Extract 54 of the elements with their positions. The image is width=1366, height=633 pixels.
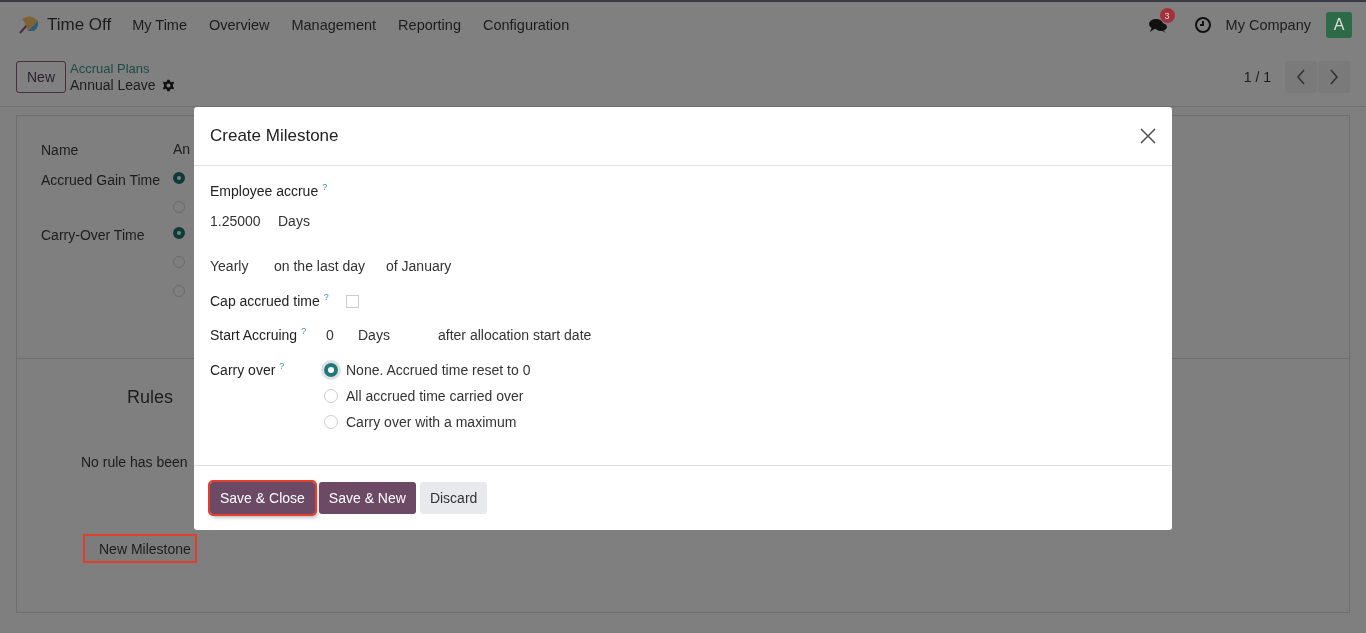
previous-button[interactable] [1285,61,1317,93]
field-value: An [173,142,191,156]
dialog-button[interactable]: Save & New [318,482,416,514]
menu-item[interactable]: Reporting [398,17,461,33]
gear-icon[interactable] [161,78,175,92]
field-label: Start Accruing [210,327,298,343]
help-tooltip-mark[interactable]: ? [322,183,328,192]
new-milestone-button[interactable]: New Milestone [83,534,197,563]
unit-value[interactable]: Days [358,327,438,343]
radio-button[interactable] [173,227,185,239]
radio-label[interactable]: None. Accrued time reset to 0 [346,362,531,378]
chevron-left-icon [1296,69,1306,85]
radio-button[interactable] [324,363,338,377]
menu-item[interactable]: Configuration [482,17,570,33]
menu-item[interactable]: Overview [209,17,270,33]
radio-label[interactable]: All accrued time carried over [346,388,524,404]
menu-item[interactable]: Management [291,17,377,33]
chevron-right-icon [1329,69,1339,85]
clock-icon[interactable] [1193,16,1212,34]
unit-value[interactable]: Days [278,213,310,229]
section-title: Rules [127,387,174,408]
breadcrumb-link[interactable]: Accrual Plans [70,61,175,76]
help-tooltip-mark[interactable]: ? [323,293,329,302]
field-label: Cap accrued time [210,293,320,309]
message-count-badge: 3 [1159,8,1175,23]
help-tooltip-mark[interactable]: ? [301,327,307,336]
empty-state-text: No rule has been [81,454,188,470]
radio-button[interactable] [173,172,185,184]
menu-item[interactable]: My Time [132,17,187,33]
company-switcher[interactable]: My Company [1225,17,1311,33]
day-value[interactable]: on the last day [274,258,386,274]
field-label: Accrued Gain Time [41,172,162,188]
user-avatar[interactable]: A [1326,12,1352,38]
field-label: Name [41,142,80,158]
dialog-button[interactable]: Save & Close [210,482,315,514]
field-label: Employee accrue [210,183,319,199]
pager-counter: 1 / 1 [1243,69,1271,85]
dialog-title: Create Milestone [210,126,339,146]
count-value[interactable]: 0 [326,327,358,343]
field-label: Carry over [210,362,276,378]
field-label: Carry-Over Time [41,227,146,243]
help-tooltip-mark[interactable]: ? [279,362,285,371]
frequency-value[interactable]: Yearly [210,258,274,274]
close-icon[interactable] [1140,128,1156,144]
app-name[interactable]: Time Off [47,15,112,35]
dialog-button[interactable]: Discard [419,482,488,514]
next-button[interactable] [1318,61,1350,93]
amount-value[interactable]: 1.25000 [210,213,278,229]
radio-label[interactable]: Carry over with a maximum [346,414,517,430]
field-text: after allocation start date [438,327,592,343]
checkbox[interactable] [346,294,359,308]
record-title: Annual Leave [70,77,156,93]
new-button[interactable]: New [16,61,66,93]
month-value[interactable]: of January [386,258,452,274]
